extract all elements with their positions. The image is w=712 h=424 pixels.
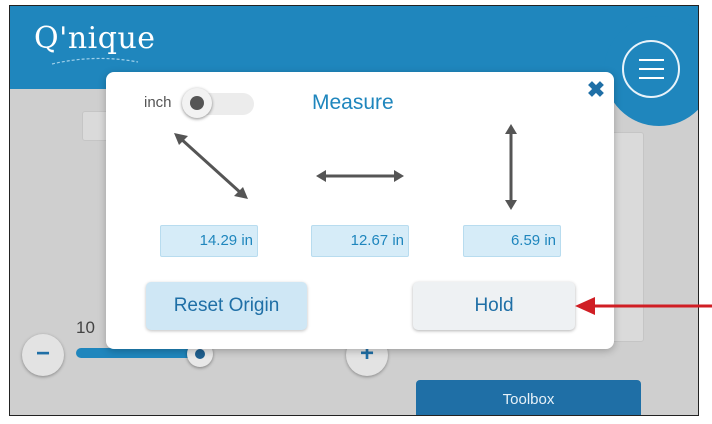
hold-button[interactable]: Hold [413,282,575,330]
hamburger-line [639,59,664,61]
reset-origin-button[interactable]: Reset Origin [146,282,307,330]
unit-toggle[interactable] [182,88,254,118]
horizontal-measurement-field: 12.67 in [311,225,409,257]
vertical-arrow-icon [505,124,517,210]
app-logo: Q'nique [34,21,156,56]
diagonal-arrow-icon [174,133,248,199]
hamburger-menu-button[interactable] [622,40,680,98]
dialog-title: Measure [312,91,394,114]
hamburger-line [639,68,664,70]
close-icon[interactable]: ✖ [584,78,608,102]
unit-toggle-knob[interactable] [182,88,212,118]
unit-label: inch [144,94,172,111]
hamburger-line [639,77,664,79]
toolbox-button[interactable]: Toolbox [416,380,641,415]
annotation-arrow-icon [575,297,712,315]
logo-swoosh-icon [51,57,139,65]
horizontal-arrow-icon [316,170,404,182]
zoom-value: 10 [76,318,95,337]
diagonal-measurement-field: 14.29 in [160,225,258,257]
screenshot-frame: Q'nique 10 − + Toolbox inch Measure ✖ 14… [0,0,712,424]
vertical-measurement-field: 6.59 in [463,225,561,257]
measure-dialog: inch Measure ✖ 14.29 in 12.67 in 6.59 in… [106,72,614,349]
zoom-out-button[interactable]: − [22,334,64,376]
